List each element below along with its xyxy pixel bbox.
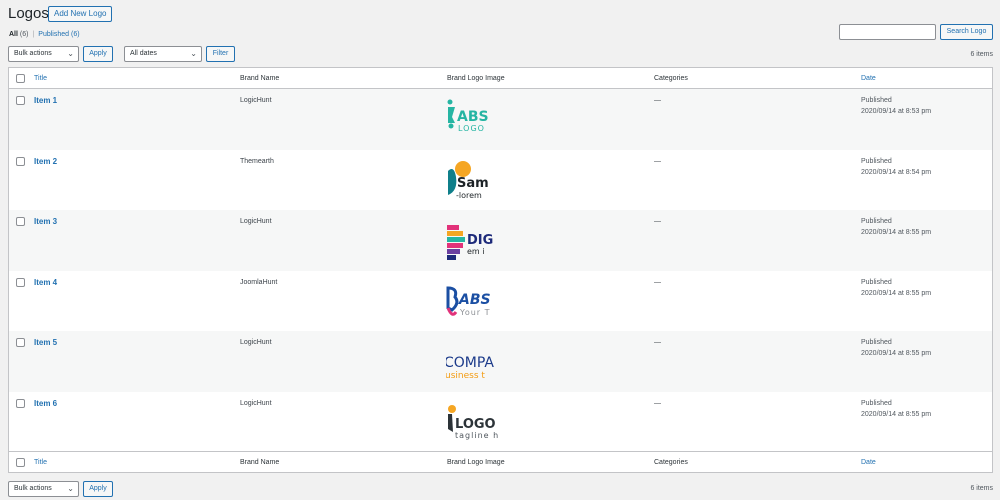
row-title-link[interactable]: Item 6 (34, 399, 57, 408)
filter-separator: | (32, 31, 35, 38)
logo-text: LOGO T (455, 417, 498, 432)
row-status: Published (861, 339, 892, 346)
row-date: 2020/09/14 at 8:54 pm (861, 168, 932, 176)
brand-logo-image: ABS LOGO (446, 96, 498, 141)
logo-subtext: tagline he (455, 431, 498, 440)
row-brand: LogicHunt (240, 399, 272, 407)
row-status: Published (861, 399, 892, 407)
row-categories: — (654, 339, 661, 346)
row-date: 2020/09/14 at 8:55 pm (861, 289, 932, 297)
row-title-link[interactable]: Item 1 (34, 96, 57, 105)
logo-subtext: Your T (459, 308, 491, 317)
column-title-header[interactable]: Title (34, 75, 47, 82)
row-title-link[interactable]: Item 2 (34, 157, 57, 166)
row-date: 2020/09/14 at 8:55 pm (861, 229, 932, 236)
filter-published-link[interactable]: Published (6) (38, 31, 79, 38)
column-title-footer[interactable]: Title (34, 459, 47, 466)
row-title-link[interactable]: Item 4 (34, 278, 57, 287)
add-new-logo-button[interactable]: Add New Logo (48, 6, 113, 22)
brand-logo-image: LOGO T tagline he (446, 399, 498, 444)
row-status: Published (861, 278, 892, 286)
table-header: Title Brand Name Brand Logo Image Catego… (9, 68, 992, 89)
row-categories: — (654, 97, 661, 104)
column-categories-footer: Categories (654, 459, 688, 466)
row-categories: — (654, 278, 661, 286)
chevron-down-icon: ⌄ (67, 484, 74, 493)
apply-button-top[interactable]: Apply (83, 46, 113, 62)
row-brand: LogicHunt (240, 97, 272, 104)
dates-value: All dates (130, 50, 157, 57)
logo-text: Sam (457, 176, 489, 191)
column-logo-footer: Brand Logo Image (447, 459, 505, 466)
brand-logo-image: ABS Your T (446, 278, 498, 323)
column-date-header[interactable]: Date (861, 75, 876, 82)
row-date: 2020/09/14 at 8:55 pm (861, 410, 932, 418)
table-row: Item 2 Themearth Sam -lorem — Published … (9, 150, 992, 211)
row-title-link[interactable]: Item 3 (34, 217, 57, 226)
table-row: Item 1 LogicHunt ABS LOGO — Published 20… (9, 89, 992, 150)
column-brand-footer: Brand Name (240, 459, 280, 466)
apply-button-bottom[interactable]: Apply (83, 481, 113, 497)
logo-subtext: em i (467, 247, 484, 256)
filter-all-link[interactable]: All (6) (9, 31, 28, 38)
logo-text: ABS (457, 109, 489, 125)
table-row: Item 5 LogicHunt COMPA usiness t — Publi… (9, 331, 992, 392)
row-status: Published (861, 157, 892, 165)
select-all-checkbox-bottom[interactable] (16, 458, 25, 467)
row-checkbox[interactable] (16, 277, 25, 287)
row-date: 2020/09/14 at 8:55 pm (861, 350, 932, 357)
row-brand: Themearth (240, 157, 274, 165)
select-all-checkbox[interactable] (16, 74, 25, 83)
table-row: Item 4 JoomlaHunt ABS Your T — Published… (9, 271, 992, 332)
bulk-actions-select-bottom[interactable]: Bulk actions ⌄ (8, 481, 79, 497)
row-categories: — (654, 157, 661, 165)
brand-logo-image: COMPA usiness t (446, 338, 498, 383)
bulk-actions-value: Bulk actions (14, 50, 52, 57)
row-categories: — (654, 218, 661, 225)
logo-text: ABS (458, 292, 491, 308)
row-title-link[interactable]: Item 5 (34, 338, 57, 347)
row-status: Published (861, 97, 892, 104)
row-brand: JoomlaHunt (240, 278, 278, 286)
logo-subtext: -lorem (456, 191, 482, 200)
chevron-down-icon: ⌄ (67, 49, 74, 58)
row-status: Published (861, 218, 892, 225)
logo-text: DIG (467, 233, 493, 248)
column-logo-header: Brand Logo Image (447, 75, 505, 82)
table-footer: Title Brand Name Brand Logo Image Catego… (9, 451, 992, 472)
column-categories-header: Categories (654, 75, 688, 82)
filter-button[interactable]: Filter (206, 46, 235, 62)
row-checkbox[interactable] (16, 398, 25, 408)
brand-logo-image: DIG em i (446, 217, 498, 262)
logos-table: Title Brand Name Brand Logo Image Catego… (8, 67, 993, 473)
logo-text: COMPA (446, 355, 494, 371)
row-checkbox[interactable] (16, 96, 25, 105)
row-categories: — (654, 399, 661, 407)
row-checkbox[interactable] (16, 156, 25, 166)
brand-logo-image: Sam -lorem (446, 157, 498, 202)
table-row: Item 6 LogicHunt LOGO T tagline he — Pub… (9, 392, 992, 453)
status-filter-links: All (6) | Published (6) (9, 31, 80, 38)
bulk-actions-value: Bulk actions (14, 485, 52, 492)
chevron-down-icon: ⌄ (190, 49, 197, 58)
logo-subtext: usiness t (446, 371, 485, 381)
column-date-footer[interactable]: Date (861, 459, 876, 466)
row-brand: LogicHunt (240, 339, 272, 346)
row-checkbox[interactable] (16, 217, 25, 226)
row-date: 2020/09/14 at 8:53 pm (861, 108, 932, 115)
bulk-actions-select-top[interactable]: Bulk actions ⌄ (8, 46, 79, 62)
search-logo-button[interactable]: Search Logo (940, 24, 993, 40)
page-title: Logos (8, 5, 49, 22)
logo-subtext: LOGO (458, 124, 485, 133)
items-count-bottom: 6 items (970, 485, 993, 492)
search-input[interactable] (839, 24, 936, 40)
items-count-top: 6 items (970, 51, 993, 58)
row-checkbox[interactable] (16, 338, 25, 347)
table-row: Item 3 LogicHunt DIG em i — Published 20… (9, 210, 992, 271)
column-brand-header: Brand Name (240, 75, 280, 82)
dates-select[interactable]: All dates ⌄ (124, 46, 202, 62)
row-brand: LogicHunt (240, 218, 272, 225)
